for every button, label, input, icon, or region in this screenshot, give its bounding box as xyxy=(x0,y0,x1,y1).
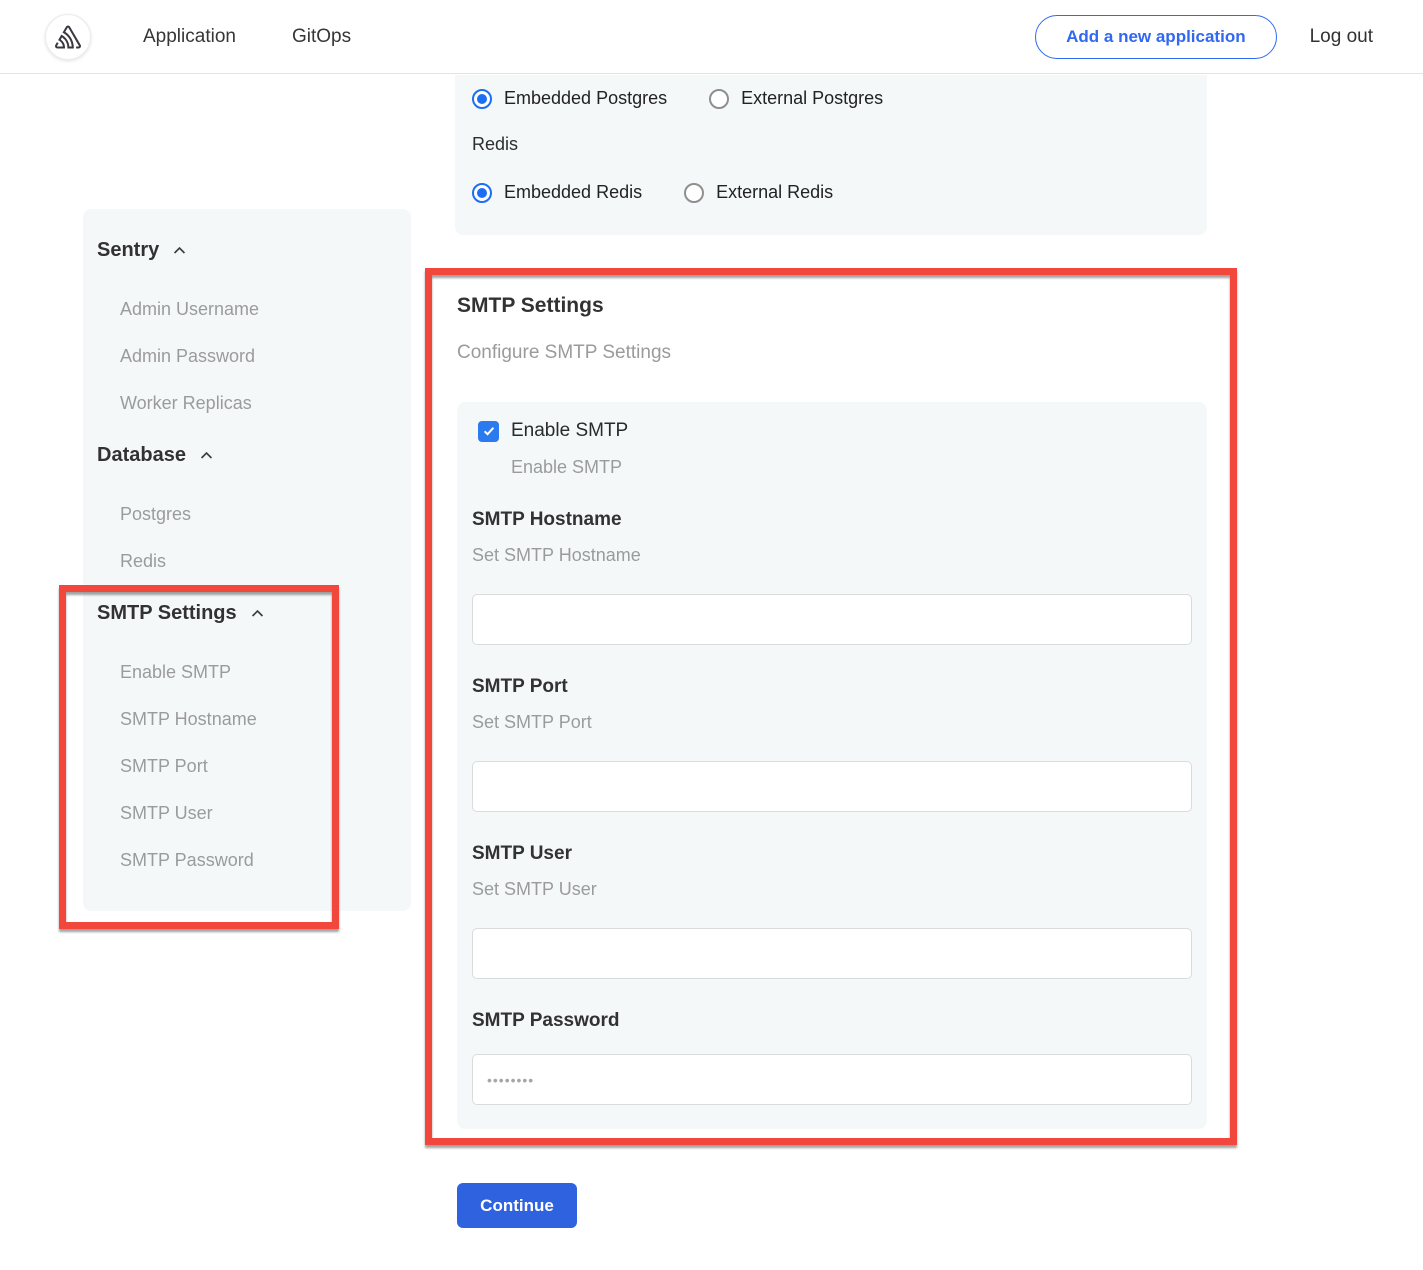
radio-external-redis[interactable] xyxy=(684,183,704,203)
sidebar-item-smtp-password[interactable]: SMTP Password xyxy=(120,837,411,884)
radio-embedded-postgres[interactable] xyxy=(472,89,492,109)
sidebar-item-smtp-hostname[interactable]: SMTP Hostname xyxy=(120,696,411,743)
radio-label: External Redis xyxy=(716,182,833,203)
smtp-form-panel: Enable SMTP Enable SMTP SMTP Hostname Se… xyxy=(457,402,1207,1129)
sentry-logo-icon xyxy=(55,25,81,49)
sidebar-item-worker-replicas[interactable]: Worker Replicas xyxy=(120,380,411,427)
chevron-up-icon xyxy=(198,447,215,464)
sidebar-item-smtp-user[interactable]: SMTP User xyxy=(120,790,411,837)
postgres-radio-row: Embedded Postgres External Postgres xyxy=(472,88,1207,109)
radio-label: Embedded Postgres xyxy=(504,88,667,109)
sidebar-group-sentry[interactable]: Sentry xyxy=(97,239,411,262)
enable-smtp-row[interactable]: Enable SMTP xyxy=(478,420,1207,442)
sidebar-group-smtp-settings[interactable]: SMTP Settings xyxy=(97,602,411,625)
nav-application[interactable]: Application xyxy=(143,26,236,48)
sidebar-item-smtp-port[interactable]: SMTP Port xyxy=(120,743,411,790)
sidebar-group-database[interactable]: Database xyxy=(97,444,411,467)
smtp-password-input[interactable] xyxy=(472,1054,1192,1105)
sidebar-group-title: Database xyxy=(97,444,186,467)
sidebar-item-admin-password[interactable]: Admin Password xyxy=(120,333,411,380)
radio-label: External Postgres xyxy=(741,88,883,109)
smtp-hostname-label: SMTP Hostname xyxy=(472,509,1207,531)
smtp-port-help: Set SMTP Port xyxy=(472,712,1207,733)
nav-gitops[interactable]: GitOps xyxy=(292,26,351,48)
sentry-logo[interactable] xyxy=(45,14,91,60)
logout-link[interactable]: Log out xyxy=(1310,26,1373,48)
enable-smtp-help: Enable SMTP xyxy=(511,457,1207,478)
page: Application GitOps Add a new application… xyxy=(0,0,1423,1270)
enable-smtp-checkbox[interactable] xyxy=(478,421,499,442)
smtp-user-help: Set SMTP User xyxy=(472,879,1207,900)
chevron-up-icon xyxy=(249,605,266,622)
enable-smtp-label: Enable SMTP xyxy=(511,420,628,442)
radio-option-external-postgres[interactable]: External Postgres xyxy=(709,88,883,109)
sidebar-item-postgres[interactable]: Postgres xyxy=(120,491,411,538)
smtp-hostname-input[interactable] xyxy=(472,594,1192,645)
radio-label: Embedded Redis xyxy=(504,182,642,203)
smtp-section-title: SMTP Settings xyxy=(457,294,1230,318)
sidebar-item-admin-username[interactable]: Admin Username xyxy=(120,286,411,333)
header-right: Add a new application Log out xyxy=(1035,15,1423,59)
sidebar-group-title: SMTP Settings xyxy=(97,602,237,625)
smtp-hostname-help: Set SMTP Hostname xyxy=(472,545,1207,566)
checkmark-icon xyxy=(482,424,496,438)
radio-embedded-redis[interactable] xyxy=(472,183,492,203)
smtp-user-input[interactable] xyxy=(472,928,1192,979)
database-options-panel: Embedded Postgres External Postgres Redi… xyxy=(455,75,1207,235)
smtp-port-label: SMTP Port xyxy=(472,676,1207,698)
radio-option-embedded-redis[interactable]: Embedded Redis xyxy=(472,182,642,203)
sidebar-item-enable-smtp[interactable]: Enable SMTP xyxy=(120,649,411,696)
smtp-port-input[interactable] xyxy=(472,761,1192,812)
sidebar-item-redis[interactable]: Redis xyxy=(120,538,411,585)
chevron-up-icon xyxy=(171,242,188,259)
smtp-user-label: SMTP User xyxy=(472,843,1207,865)
radio-option-embedded-postgres[interactable]: Embedded Postgres xyxy=(472,88,667,109)
sidebar-group-title: Sentry xyxy=(97,239,159,262)
radio-option-external-redis[interactable]: External Redis xyxy=(684,182,833,203)
radio-external-postgres[interactable] xyxy=(709,89,729,109)
redis-radio-row: Embedded Redis External Redis xyxy=(472,182,1207,203)
smtp-section-subtitle: Configure SMTP Settings xyxy=(457,342,1230,364)
redis-group-label: Redis xyxy=(472,134,1207,155)
smtp-settings-section: SMTP Settings Configure SMTP Settings En… xyxy=(432,276,1230,1138)
continue-button[interactable]: Continue xyxy=(457,1183,577,1228)
app-header: Application GitOps Add a new application… xyxy=(0,0,1423,74)
config-sidebar: Sentry Admin Username Admin Password Wor… xyxy=(83,209,411,911)
add-application-button[interactable]: Add a new application xyxy=(1035,15,1276,59)
smtp-password-label: SMTP Password xyxy=(472,1010,1207,1032)
